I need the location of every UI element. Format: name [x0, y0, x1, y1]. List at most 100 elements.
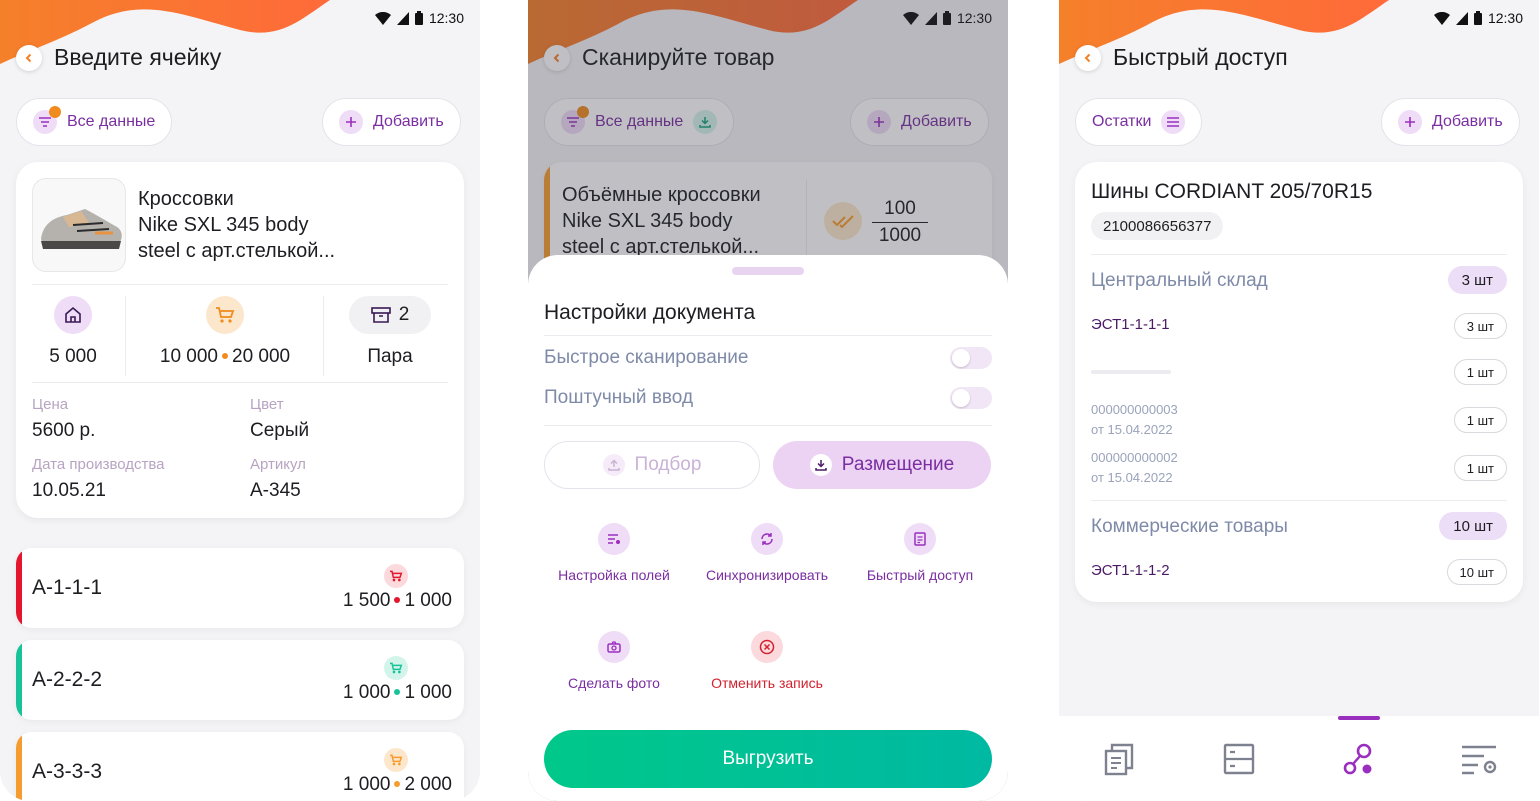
filter-active-dot	[49, 106, 61, 118]
cart-icon	[384, 748, 408, 772]
divider	[125, 296, 126, 376]
take-photo-action[interactable]: Сделать фото	[539, 631, 689, 691]
document-ref[interactable]: 000000000003 от 15.04.2022	[1091, 400, 1178, 440]
color-label: Цвет	[250, 396, 284, 413]
stock-card: Шины CORDIANT 205/70R15 2100086656377 Це…	[1075, 162, 1523, 602]
fast-scan-toggle[interactable]	[950, 347, 992, 369]
cell-card[interactable]: A-2-2-2 1 000 1 000	[16, 640, 464, 720]
field-settings-action[interactable]: Настройка полей	[539, 523, 689, 583]
battery-icon	[414, 11, 423, 25]
upload-icon	[602, 454, 625, 476]
qty-a: 1 000	[342, 774, 391, 795]
cell-card[interactable]: A-3-3-3 1 000 2 000	[16, 732, 464, 801]
cell-card[interactable]: A-1-1-1 1 500 1 000	[16, 548, 464, 628]
cell-code[interactable]: ЭСТ1-1-1-1	[1091, 316, 1170, 333]
price-value: 5600 р.	[32, 420, 96, 441]
tab-documents[interactable]	[1059, 716, 1179, 801]
plus-icon	[339, 110, 363, 134]
barcode-badge: 2100086656377	[1091, 212, 1224, 240]
document-date: от 15.04.2022	[1091, 470, 1173, 485]
tab-settings[interactable]	[1419, 716, 1539, 801]
single-input-toggle[interactable]	[950, 387, 992, 409]
place-mode-button[interactable]: Размещение	[773, 441, 991, 489]
cancel-record-label: Отменить запись	[711, 675, 823, 691]
list-icon	[1161, 110, 1186, 134]
tab-quick-access[interactable]	[1299, 716, 1419, 801]
active-tab-indicator	[1338, 716, 1380, 720]
cancel-record-action[interactable]: Отменить запись	[692, 631, 842, 691]
document-settings-sheet: Настройки документа Быстрое сканирование…	[528, 255, 1008, 801]
status-bar: 12:30	[1433, 10, 1523, 26]
storage-icon	[1223, 743, 1255, 774]
rests-label: Остатки	[1092, 113, 1152, 130]
field-settings-icon	[598, 523, 630, 555]
status-bar-red	[16, 548, 22, 628]
header: Введите ячейку	[16, 44, 221, 71]
cell-qty[interactable]: 3 шт	[1453, 313, 1507, 339]
chevron-left-icon	[25, 53, 32, 62]
sheet-title: Настройки документа	[544, 301, 756, 324]
filter-button[interactable]: Все данные	[16, 98, 173, 146]
warehouse-qty: 3 шт	[1447, 266, 1507, 294]
page-title: Быстрый доступ	[1113, 44, 1288, 70]
fast-scan-label: Быстрое сканирование	[544, 347, 749, 368]
sync-action[interactable]: Синхронизировать	[692, 523, 842, 583]
box-count: 2	[398, 304, 410, 325]
separator-dot	[222, 353, 228, 359]
warehouse-name: Коммерческие товары	[1091, 516, 1288, 537]
stock-cart-b: 20 000	[232, 346, 291, 367]
cart-icon	[384, 656, 408, 680]
fast-scan-row: Быстрое сканирование	[544, 347, 992, 369]
status-bar-orange	[16, 732, 22, 801]
plus-icon	[1398, 110, 1422, 134]
qty-b: 1 000	[404, 590, 452, 611]
back-button[interactable]	[16, 44, 42, 71]
screen-quick-access: 12:30 Быстрый доступ Остатки Добавить Ши…	[1059, 0, 1539, 801]
qty-b: 2 000	[404, 774, 452, 795]
stock-cart-stat: 10 000 20 000	[136, 296, 314, 368]
quick-access-icon	[1343, 743, 1372, 774]
sync-label: Синхронизировать	[705, 567, 829, 583]
cell-quantities: 1 000 1 000	[343, 682, 452, 704]
status-bar-green	[16, 640, 22, 720]
document-number: 000000000003	[1091, 402, 1178, 417]
stock-home-value: 5 000	[49, 346, 97, 367]
qty-a: 1 500	[342, 590, 391, 611]
article-value: A-345	[250, 480, 301, 501]
sheet-handle[interactable]	[732, 267, 804, 275]
cell-code[interactable]: ЭСТ1-1-1-2	[1091, 562, 1170, 579]
document-icon	[904, 523, 936, 555]
product-name: Шины CORDIANT 205/70R15	[1091, 180, 1373, 203]
wifi-icon	[1433, 11, 1450, 25]
add-button[interactable]: Добавить	[322, 98, 461, 146]
cell-code: A-2-2-2	[32, 668, 103, 691]
product-card[interactable]: Кроссовки Nike SXL 345 body steel с арт.…	[16, 162, 464, 518]
document-date: от 15.04.2022	[1091, 422, 1173, 437]
tab-storage[interactable]	[1179, 716, 1299, 801]
quick-access-label: Быстрый доступ	[866, 567, 974, 583]
back-button[interactable]	[1075, 44, 1101, 71]
separator-dot	[394, 689, 401, 695]
date-value: 10.05.21	[32, 480, 106, 501]
rests-filter-button[interactable]: Остатки	[1075, 98, 1203, 146]
warehouse-name: Центральный склад	[1091, 270, 1268, 291]
pick-mode-button[interactable]: Подбор	[544, 441, 760, 489]
document-qty[interactable]: 1 шт	[1453, 407, 1507, 433]
cell-qty[interactable]: 1 шт	[1453, 359, 1507, 385]
document-ref[interactable]: 000000000002 от 15.04.2022	[1091, 448, 1178, 488]
stock-cart-a: 10 000	[159, 346, 218, 367]
cancel-icon	[751, 631, 783, 663]
divider	[32, 284, 448, 285]
add-button[interactable]: Добавить	[1381, 98, 1520, 146]
upload-button[interactable]: Выгрузить	[544, 730, 992, 788]
cell-quantities: 1 000 2 000	[343, 774, 452, 796]
article-label: Артикул	[250, 456, 306, 473]
cart-icon	[206, 296, 244, 334]
separator-dot	[394, 597, 401, 603]
quick-access-action[interactable]: Быстрый доступ	[845, 523, 995, 583]
document-number: 000000000002	[1091, 450, 1178, 465]
document-qty[interactable]: 1 шт	[1453, 455, 1507, 481]
cell-qty[interactable]: 10 шт	[1446, 559, 1507, 585]
cell-code: A-3-3-3	[32, 760, 103, 783]
sync-icon	[751, 523, 783, 555]
